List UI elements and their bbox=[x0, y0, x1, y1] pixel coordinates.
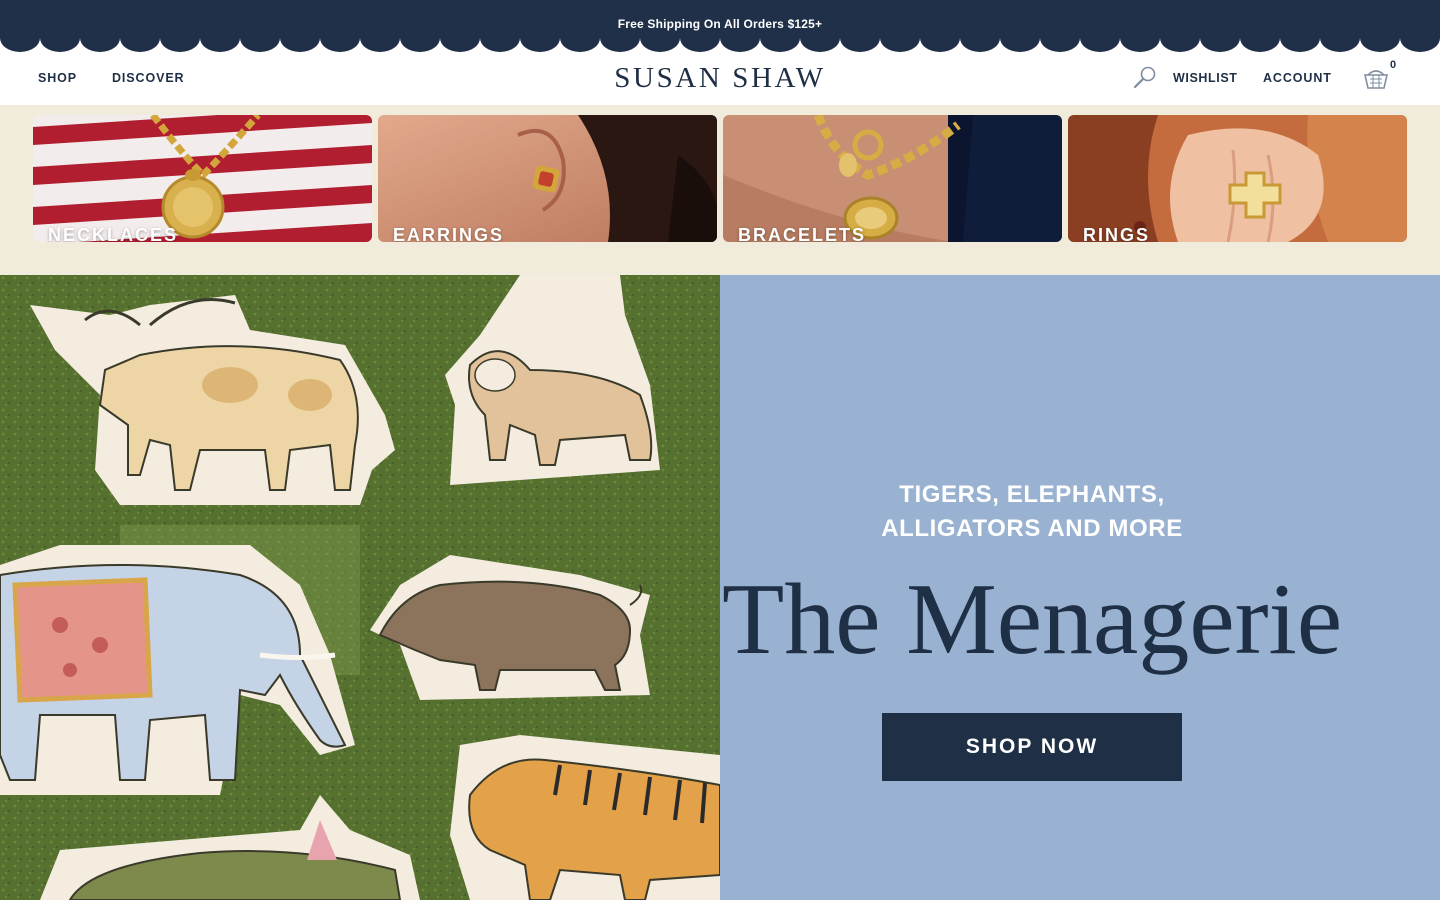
category-card-rings[interactable]: RINGS bbox=[1068, 115, 1407, 242]
nav-discover-link[interactable]: DISCOVER bbox=[112, 52, 185, 105]
account-link[interactable]: ACCOUNT bbox=[1263, 52, 1332, 105]
site-header: SHOP DISCOVER SUSAN SHAW WISHLIST ACCOUN… bbox=[0, 52, 1440, 105]
menagerie-hero-image bbox=[0, 275, 720, 900]
category-label: EARRINGS bbox=[393, 225, 505, 242]
announcement-text: Free Shipping On All Orders $125+ bbox=[617, 17, 823, 31]
wishlist-link[interactable]: WISHLIST bbox=[1173, 52, 1238, 105]
announcement-bar: Free Shipping On All Orders $125+ bbox=[0, 0, 1440, 52]
hero-title: The Menagerie bbox=[722, 563, 1343, 676]
hero-eyebrow: TIGERS, ELEPHANTS, ALLIGATORS AND MORE bbox=[880, 478, 1184, 546]
site-logo[interactable]: SUSAN SHAW bbox=[560, 52, 880, 105]
category-strip: NECKLACES EARRINGS BRACELETS RINGS bbox=[0, 105, 1440, 275]
category-label: RINGS bbox=[1083, 225, 1151, 242]
category-label: BRACELETS bbox=[738, 225, 867, 242]
cart-count-badge: 0 bbox=[1390, 59, 1397, 71]
search-icon[interactable] bbox=[1132, 65, 1158, 91]
category-label: NECKLACES bbox=[48, 225, 179, 242]
shop-now-button[interactable]: SHOP NOW bbox=[882, 713, 1182, 781]
nav-shop-link[interactable]: SHOP bbox=[38, 52, 77, 105]
category-card-earrings[interactable]: EARRINGS bbox=[378, 115, 717, 242]
ring-photo bbox=[1068, 115, 1407, 242]
hero-eyebrow-line2: ALLIGATORS AND MORE bbox=[881, 515, 1183, 542]
necklace-photo bbox=[33, 115, 372, 242]
hero-eyebrow-line1: TIGERS, ELEPHANTS, bbox=[899, 481, 1165, 508]
tiger-cutout bbox=[450, 735, 720, 900]
category-card-bracelets[interactable]: BRACELETS bbox=[723, 115, 1062, 242]
earring-photo bbox=[378, 115, 717, 242]
bracelet-photo bbox=[723, 115, 1062, 242]
category-card-necklaces[interactable]: NECKLACES bbox=[33, 115, 372, 242]
shopping-basket-icon[interactable] bbox=[1362, 64, 1390, 92]
